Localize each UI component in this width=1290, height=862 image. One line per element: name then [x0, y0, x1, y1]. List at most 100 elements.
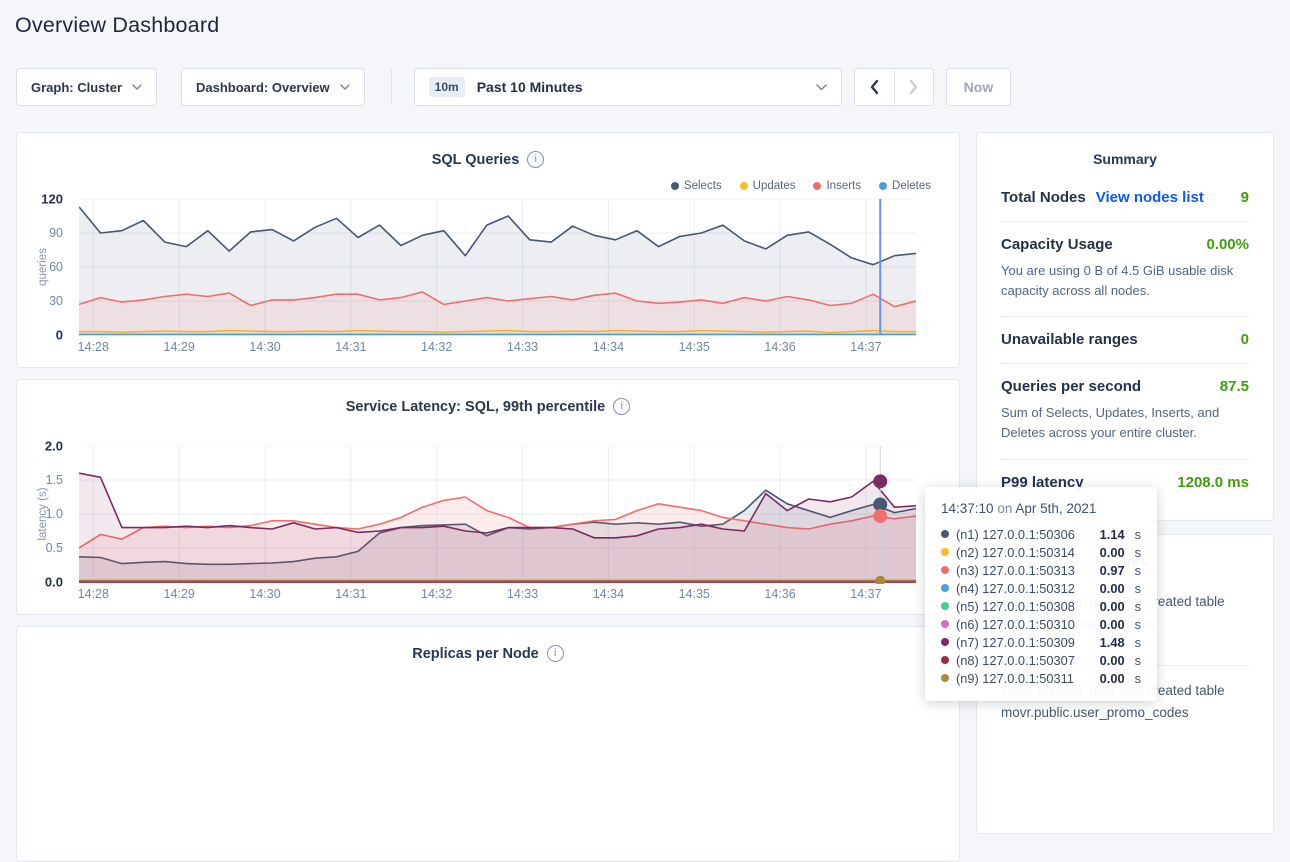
series-dot-icon — [941, 566, 949, 574]
view-nodes-list-link[interactable]: View nodes list — [1096, 189, 1231, 206]
y-axis-label: latency (s) — [37, 487, 49, 540]
tooltip-node-row: (n6) 127.0.0.1:503100.00s — [941, 615, 1141, 633]
info-icon[interactable]: i — [613, 398, 630, 415]
sql-queries-panel: SQL Queries i Selects Updates Inserts Delet… — [16, 132, 960, 368]
time-next-button[interactable] — [894, 69, 933, 105]
legend-dot-icon — [813, 182, 821, 190]
graph-dropdown[interactable]: Graph: Cluster — [16, 68, 157, 106]
toolbar-divider — [391, 69, 392, 105]
service-latency-panel: Service Latency: SQL, 99th percentile i … — [16, 379, 960, 615]
time-prev-button[interactable] — [855, 69, 894, 105]
tooltip-node-value: 1.48 — [1100, 635, 1125, 650]
tooltip-node-unit: s — [1135, 635, 1141, 650]
summary-value: 9 — [1241, 189, 1249, 206]
tooltip-node-unit: s — [1135, 563, 1141, 578]
toolbar: Graph: Cluster Dashboard: Overview 10m P… — [16, 68, 1274, 106]
tooltip-rows: (n1) 127.0.0.1:503061.14s(n2) 127.0.0.1:… — [941, 525, 1141, 687]
tooltip-node-label: (n6) 127.0.0.1:50310 — [956, 617, 1093, 632]
tooltip-node-value: 0.00 — [1100, 617, 1125, 632]
series-dot-icon — [941, 530, 949, 538]
legend-dot-icon — [879, 182, 887, 190]
tooltip-node-label: (n7) 127.0.0.1:50309 — [956, 635, 1093, 650]
chevron-left-icon — [869, 79, 879, 95]
series-dot-icon — [941, 674, 949, 682]
time-range-label: Past 10 Minutes — [477, 79, 804, 95]
time-range-badge: 10m — [429, 77, 465, 97]
legend-dot-icon — [671, 182, 679, 190]
replicas-per-node-chart[interactable] — [17, 693, 961, 855]
series-dot-icon — [941, 638, 949, 646]
tooltip-node-row: (n2) 127.0.0.1:50314 0.00 s — [941, 543, 1141, 561]
tooltip-node-unit: s — [1135, 581, 1141, 596]
series-dot-icon — [941, 602, 949, 610]
legend-item[interactable]: Selects — [671, 180, 722, 192]
time-range-picker[interactable]: 10m Past 10 Minutes — [414, 68, 842, 106]
tooltip-node-row: (n3) 127.0.0.1:50313 0.97 s — [941, 561, 1141, 579]
tooltip-node-value: 0.00 — [1100, 581, 1125, 596]
chevron-down-icon — [816, 84, 827, 91]
sidebar-column: Summary Total Nodes View nodes list 9 Ca… — [976, 132, 1274, 834]
tooltip-node-row: (n8) 127.0.0.1:50307 0.00 s — [941, 651, 1141, 669]
y-axis-label: queries — [37, 248, 49, 286]
info-icon[interactable]: i — [527, 151, 544, 168]
tooltip-node-unit: s — [1135, 671, 1141, 686]
summary-title: Summary — [1001, 151, 1249, 167]
tooltip-node-value: 0.00 — [1100, 599, 1125, 614]
summary-label: Unavailable ranges — [1001, 331, 1231, 348]
now-button[interactable]: Now — [946, 68, 1012, 106]
tooltip-node-unit: s — [1135, 599, 1141, 614]
charts-column: SQL Queries i Selects Updates Inserts Delet… — [16, 132, 960, 862]
chevron-down-icon — [340, 84, 350, 90]
tooltip-node-value: 1.14 — [1100, 527, 1125, 542]
chevron-right-icon — [909, 79, 919, 95]
time-nav-arrows — [854, 68, 934, 106]
chevron-down-icon — [132, 84, 142, 90]
chart-title-sql-queries: SQL Queries — [432, 152, 520, 168]
summary-row-capacity-usage: Capacity Usage 0.00% You are using 0 B o… — [1001, 222, 1249, 317]
series-dot-icon — [941, 548, 949, 556]
series-dot-icon — [941, 620, 949, 628]
legend-item[interactable]: Inserts — [813, 180, 861, 192]
x-axis-ticks: 14:2814:2914:3014:3114:3214:3314:3414:35… — [79, 587, 916, 605]
summary-description: You are using 0 B of 4.5 GiB usable disk… — [1001, 261, 1249, 301]
x-axis-ticks: 14:2814:2914:3014:3114:3214:3314:3414:35… — [79, 340, 916, 358]
tooltip-node-value: 0.97 — [1100, 563, 1125, 578]
summary-value: 0.00% — [1206, 236, 1249, 253]
summary-value: 1208.0 ms — [1177, 474, 1249, 491]
tooltip-node-value: 0.00 — [1100, 545, 1125, 560]
tooltip-node-label: (n8) 127.0.0.1:50307 — [956, 653, 1093, 668]
tooltip-node-label: (n5) 127.0.0.1:50308 — [956, 599, 1093, 614]
dashboard-dropdown[interactable]: Dashboard: Overview — [181, 68, 365, 106]
replicas-per-node-panel: Replicas per Node i — [16, 626, 960, 862]
chart-title-replicas-per-node: Replicas per Node — [412, 646, 539, 662]
tooltip-node-row: (n4) 127.0.0.1:50312 0.00 s — [941, 579, 1141, 597]
dashboard-dropdown-label: Dashboard: Overview — [196, 80, 330, 95]
summary-description: Sum of Selects, Updates, Inserts, and De… — [1001, 403, 1249, 443]
info-icon[interactable]: i — [547, 645, 564, 662]
tooltip-node-row: (n9) 127.0.0.1:503110.00s — [941, 669, 1141, 687]
summary-label: Total Nodes — [1001, 189, 1086, 206]
series-dot-icon — [941, 656, 949, 664]
tooltip-node-label: (n3) 127.0.0.1:50313 — [956, 563, 1093, 578]
service-latency-plot[interactable] — [79, 446, 916, 584]
tooltip-node-unit: s — [1135, 653, 1141, 668]
tooltip-node-label: (n1) 127.0.0.1:50306 — [956, 527, 1093, 542]
tooltip-node-row: (n7) 127.0.0.1:50309 1.48 s — [941, 633, 1141, 651]
series-dot-icon — [941, 584, 949, 592]
legend-dot-icon — [740, 182, 748, 190]
tooltip-node-value: 0.00 — [1100, 653, 1125, 668]
sql-queries-plot[interactable] — [79, 199, 916, 337]
chart-hover-tooltip: 14:37:10 on Apr 5th, 2021 (n1) 127.0.0.1… — [925, 487, 1157, 701]
legend-item[interactable]: Deletes — [879, 180, 931, 192]
tooltip-node-label: (n9) 127.0.0.1:50311 — [956, 671, 1093, 686]
sql-queries-chart[interactable]: 030609012014:2814:2914:3014:3114:3214:33… — [17, 199, 961, 361]
tooltip-node-label: (n2) 127.0.0.1:50314 — [956, 545, 1093, 560]
service-latency-chart[interactable]: 0.00.51.01.52.014:2814:2914:3014:3114:32… — [17, 446, 961, 608]
summary-panel: Summary Total Nodes View nodes list 9 Ca… — [976, 132, 1274, 521]
tooltip-node-row: (n5) 127.0.0.1:50308 0.00 s — [941, 597, 1141, 615]
tooltip-node-unit: s — [1135, 545, 1141, 560]
chart-legend: Selects Updates Inserts Deletes — [671, 180, 931, 192]
tooltip-node-label: (n4) 127.0.0.1:50312 — [956, 581, 1093, 596]
legend-item[interactable]: Updates — [740, 180, 796, 192]
summary-value: 87.5 — [1220, 378, 1249, 395]
